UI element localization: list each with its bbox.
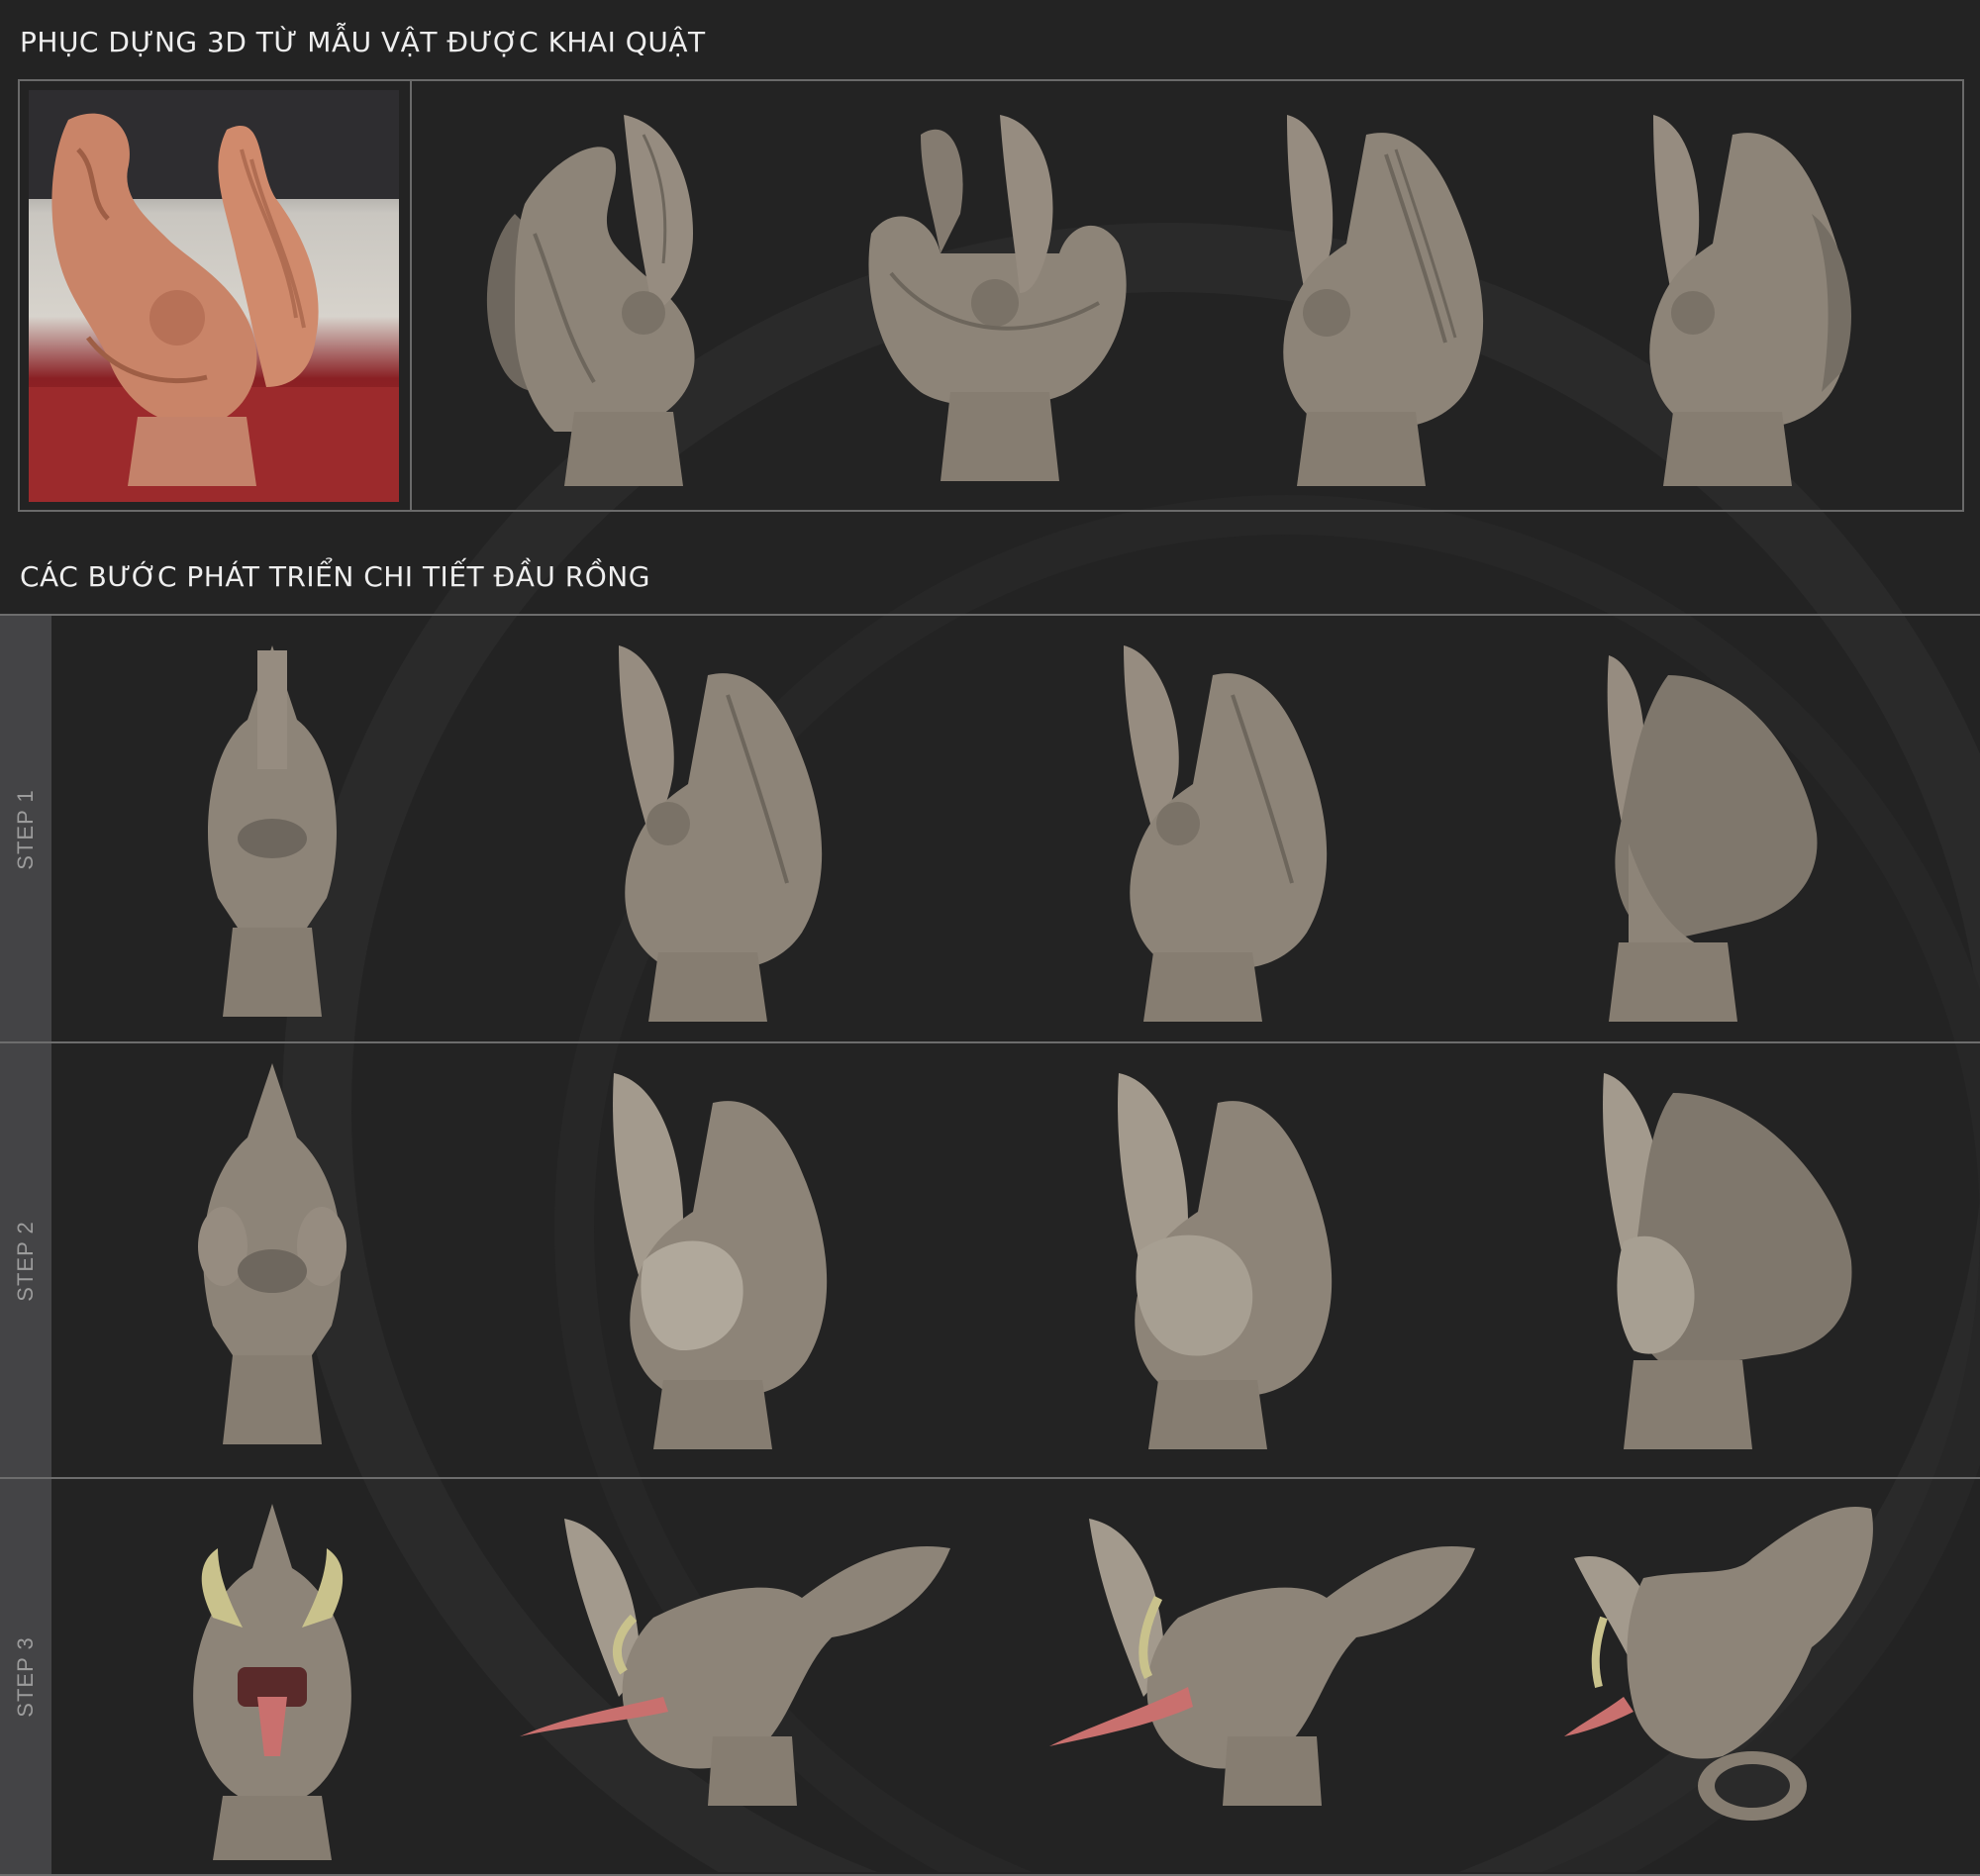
step-label-1: STEP 1 — [13, 789, 38, 870]
step-row-2: STEP 2 — [0, 1041, 1980, 1479]
reconstruction-panel — [18, 79, 1964, 512]
step-label-3: STEP 3 — [13, 1635, 38, 1718]
step-row-3: STEP 3 — [0, 1477, 1980, 1876]
step3-front-view — [193, 1504, 351, 1860]
section-title-reconstruction: PHỤC DỰNG 3D TỪ MẪU VẬT ĐƯỢC KHAI QUẬT — [20, 26, 706, 58]
step2-view-2 — [613, 1073, 828, 1449]
step1-front-view — [208, 645, 337, 1017]
dragon-head-view-2 — [868, 115, 1127, 481]
dragon-head-view-1 — [486, 115, 695, 486]
step2-view-3 — [1118, 1073, 1333, 1449]
section-title-development: CÁC BƯỚC PHÁT TRIỂN CHI TIẾT ĐẦU RỒNG — [20, 560, 650, 593]
step-row-1: STEP 1 — [0, 614, 1980, 1043]
panel-divider — [410, 81, 412, 510]
step-band-2: STEP 2 — [0, 1043, 51, 1479]
step-label-2: STEP 2 — [13, 1221, 38, 1302]
step1-view-2 — [619, 645, 823, 1022]
step3-view-3 — [1049, 1519, 1475, 1806]
step2-front-view — [198, 1063, 346, 1444]
dragon-head-view-3 — [1283, 115, 1484, 486]
dragon-head-view-4 — [1649, 115, 1851, 486]
artifact-photo — [29, 90, 399, 502]
step1-view-3 — [1124, 645, 1328, 1022]
step3-view-4 — [1564, 1507, 1873, 1821]
step1-view-4 — [1607, 655, 1818, 1022]
step3-view-2 — [520, 1519, 950, 1806]
step-band-3: STEP 3 — [0, 1479, 51, 1874]
step-band-1: STEP 1 — [0, 616, 51, 1043]
step2-view-4 — [1603, 1073, 1852, 1449]
